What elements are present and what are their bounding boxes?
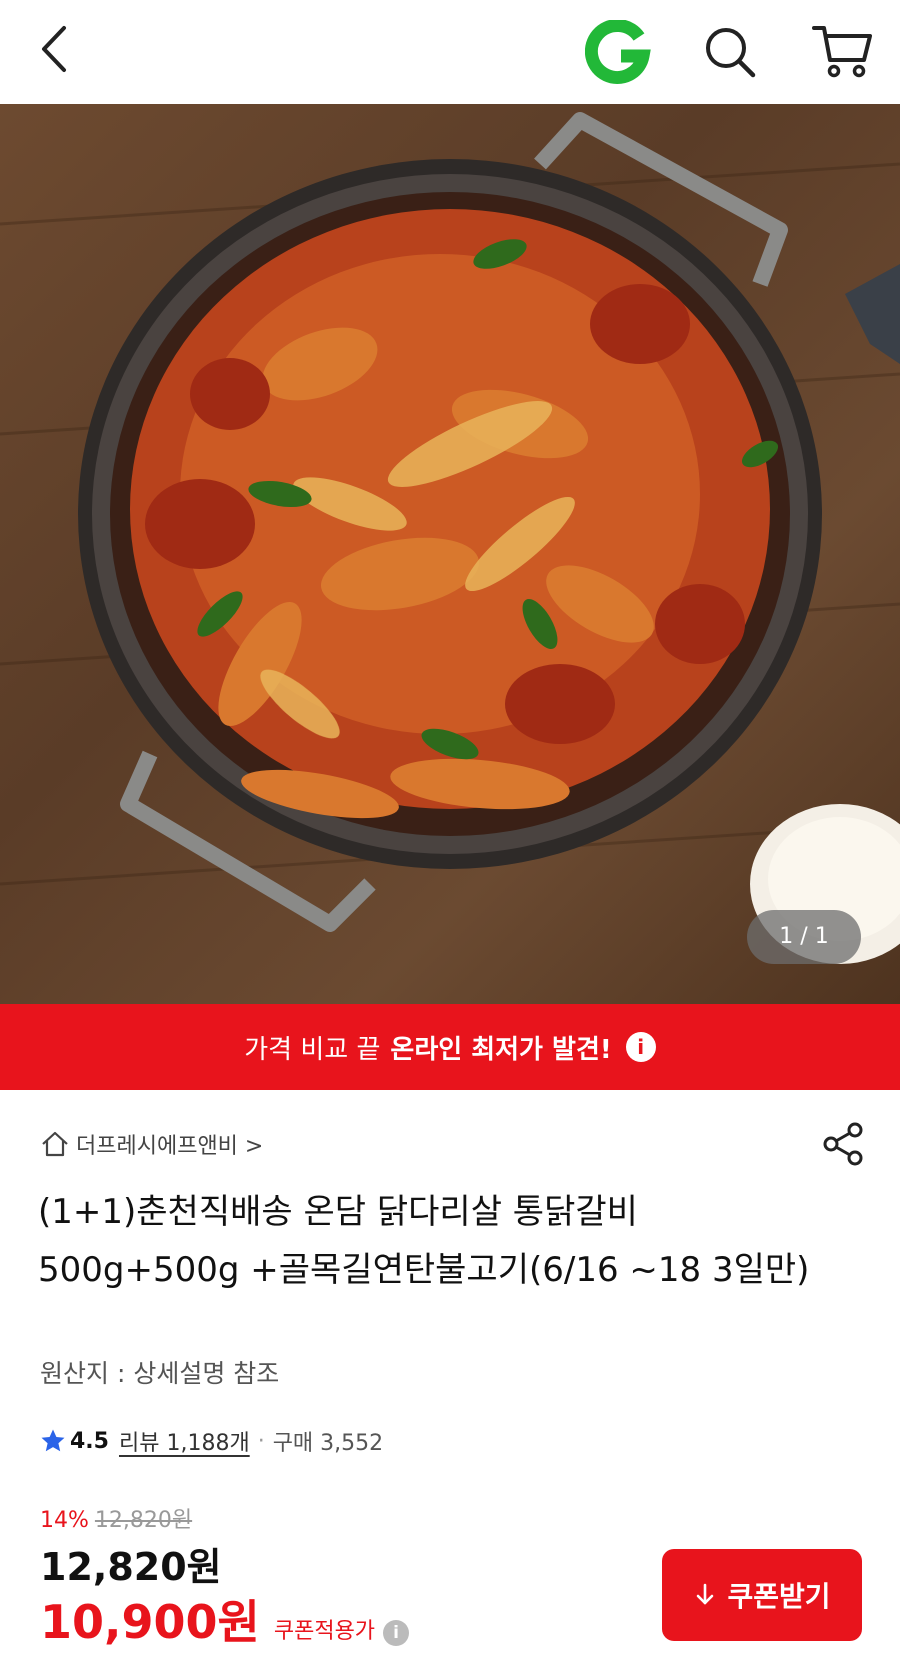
separator-dot: ·	[257, 1428, 265, 1454]
get-coupon-button[interactable]: 쿠폰받기	[662, 1549, 862, 1641]
banner-highlight: 온라인 최저가 발견!	[390, 1034, 612, 1065]
sale-price: 12,820원	[40, 1545, 222, 1589]
gmarket-logo[interactable]	[584, 18, 651, 86]
download-arrow-icon	[697, 1583, 714, 1605]
image-counter: 1 / 1	[747, 910, 861, 964]
share-icon	[823, 1122, 863, 1166]
home-icon	[42, 1131, 68, 1157]
cart-icon	[812, 26, 872, 78]
search-icon	[706, 28, 756, 78]
original-price: 12,820원	[94, 1508, 193, 1533]
back-button[interactable]	[30, 22, 84, 76]
discount-percent: 14%	[40, 1508, 89, 1533]
reviews-link[interactable]: 리뷰 1,188개	[119, 1425, 250, 1457]
product-image[interactable]: 1 / 1	[0, 104, 900, 1004]
rating-row: 4.5 리뷰 1,188개 · 구매 3,552	[40, 1425, 383, 1457]
chevron-left-icon	[42, 26, 66, 72]
coupon-price-row: 10,900원 쿠폰적용가 i	[40, 1586, 410, 1652]
rating-score: 4.5	[70, 1428, 109, 1454]
coupon-price-label: 쿠폰적용가	[273, 1619, 376, 1644]
info-icon[interactable]: i	[383, 1620, 410, 1646]
coupon-button-label: 쿠폰받기	[727, 1580, 831, 1613]
cart-button[interactable]	[810, 18, 876, 84]
top-bar	[0, 0, 900, 104]
banner-text: 가격 비교 끝	[244, 1034, 381, 1065]
purchase-count: 구매 3,552	[272, 1431, 384, 1456]
gmarket-g-logo-icon	[584, 18, 651, 84]
coupon-price: 10,900원	[40, 1595, 260, 1649]
star-icon	[41, 1429, 65, 1452]
search-button[interactable]	[700, 22, 760, 82]
seller-link[interactable]: 더프레시에프앤비 >	[40, 1124, 263, 1164]
info-icon[interactable]: i	[625, 1032, 656, 1062]
seller-name: 더프레시에프앤비 >	[76, 1134, 264, 1159]
discount-row: 14% 12,820원	[40, 1502, 192, 1534]
share-button[interactable]	[820, 1120, 868, 1168]
lowest-price-banner[interactable]: 가격 비교 끝 온라인 최저가 발견! i	[0, 1004, 900, 1090]
product-title: (1+1)춘천직배송 온담 닭다리살 통닭갈비 500g+500g +골목길연탄…	[38, 1192, 810, 1290]
product-photo	[0, 112, 900, 964]
origin-info: 원산지 : 상세설명 참조	[40, 1359, 280, 1388]
